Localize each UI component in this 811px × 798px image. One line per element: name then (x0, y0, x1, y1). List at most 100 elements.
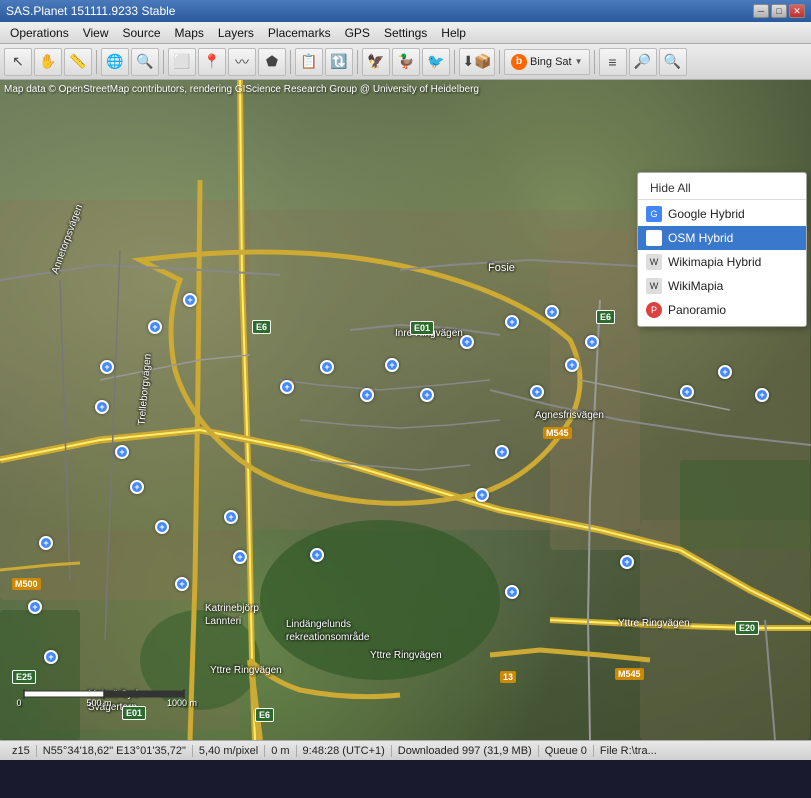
scale-bar: 0 500 m 1000 m (14, 679, 234, 712)
path-button[interactable]: 〰 (228, 48, 256, 76)
zoom-out-button[interactable]: 🔍 (659, 48, 687, 76)
menu-operations[interactable]: Operations (4, 24, 75, 42)
status-scale: 5,40 m/pixel (193, 745, 265, 757)
map-pin-10[interactable] (44, 650, 58, 664)
maximize-button[interactable]: □ (771, 4, 787, 18)
stitch-button[interactable]: 🦅 (362, 48, 390, 76)
menu-source[interactable]: Source (117, 24, 167, 42)
layer-wikimapia[interactable]: W WikiMapia (638, 274, 806, 298)
map-pin-17[interactable] (320, 360, 334, 374)
map-pin-6[interactable] (130, 480, 144, 494)
layers-panel-button[interactable]: ≡ (599, 48, 627, 76)
map-pin-7[interactable] (155, 520, 169, 534)
menu-maps[interactable]: Maps (169, 24, 210, 42)
svg-text:0: 0 (16, 698, 21, 708)
osm-hybrid-label: OSM Hybrid (668, 231, 733, 245)
window-title: SAS.Planet 151111.9233 Stable (6, 4, 175, 18)
status-distance: 0 m (265, 745, 296, 757)
cursor-tool-button[interactable]: ↖ (4, 48, 32, 76)
map-pin-2[interactable] (148, 320, 162, 334)
notes-button[interactable]: 📋 (295, 48, 323, 76)
refresh-button[interactable]: 🔃 (325, 48, 353, 76)
menu-layers[interactable]: Layers (212, 24, 260, 42)
layer-google-hybrid[interactable]: G Google Hybrid (638, 202, 806, 226)
globe-button[interactable]: 🌐 (101, 48, 129, 76)
shield-m500: M500 (12, 578, 41, 590)
bing-dropdown-arrow: ▼ (575, 57, 583, 66)
shield-e6-s: E6 (255, 708, 274, 722)
map-pin-33[interactable] (233, 550, 247, 564)
map-pin-24[interactable] (460, 335, 474, 349)
title-bar: SAS.Planet 151111.9233 Stable ─ □ ✕ (0, 0, 811, 22)
status-file: File R:\tra... (594, 745, 663, 757)
wikimapia-label: WikiMapia (668, 279, 723, 293)
map-pin-12[interactable] (475, 488, 489, 502)
map-pin-20[interactable] (565, 358, 579, 372)
map-pin-3[interactable] (100, 360, 114, 374)
bing-sat-button[interactable]: b Bing Sat ▼ (504, 49, 590, 75)
shield-13: 13 (500, 671, 516, 683)
map-pin-25[interactable] (680, 385, 694, 399)
download-button[interactable]: ⬇📦 (459, 48, 495, 76)
bird1-button[interactable]: 🦆 (392, 48, 420, 76)
map-pin-30[interactable] (505, 585, 519, 599)
map-pin-16[interactable] (360, 388, 374, 402)
map-pin-11[interactable] (310, 548, 324, 562)
zoom-magnify-button[interactable]: 🔎 (629, 48, 657, 76)
placemark-button[interactable]: 📍 (198, 48, 226, 76)
menu-bar: Operations View Source Maps Layers Place… (0, 22, 811, 44)
status-time: 9:48:28 (UTC+1) (297, 745, 392, 757)
map-pin-26[interactable] (718, 365, 732, 379)
ruler-tool-button[interactable]: 📏 (64, 48, 92, 76)
menu-view[interactable]: View (77, 24, 115, 42)
status-zoom: z15 (6, 745, 37, 757)
map-pin-13[interactable] (495, 445, 509, 459)
zoom-in-button[interactable]: 🔍 (131, 48, 159, 76)
map-pin-14[interactable] (385, 358, 399, 372)
map-pin-1[interactable] (183, 293, 197, 307)
close-button[interactable]: ✕ (789, 4, 805, 18)
map-pin-18[interactable] (280, 380, 294, 394)
pan-tool-button[interactable]: ✋ (34, 48, 62, 76)
svg-text:500 m: 500 m (86, 698, 111, 708)
map-pin-31[interactable] (175, 577, 189, 591)
layer-wikimapia-hybrid[interactable]: W Wikimapia Hybrid (638, 250, 806, 274)
wikimapia-icon: W (646, 278, 662, 294)
status-download: Downloaded 997 (31,9 MB) (392, 745, 539, 757)
google-hybrid-label: Google Hybrid (668, 207, 745, 221)
menu-help[interactable]: Help (435, 24, 472, 42)
select-rect-button[interactable]: ⬜ (168, 48, 196, 76)
map-pin-32[interactable] (224, 510, 238, 524)
dropdown-hide-all[interactable]: Hide All (638, 177, 806, 200)
map-pin-19[interactable] (530, 385, 544, 399)
menu-gps[interactable]: GPS (339, 24, 376, 42)
map-pin-5[interactable] (115, 445, 129, 459)
map-pin-22[interactable] (545, 305, 559, 319)
window-controls: ─ □ ✕ (753, 4, 805, 18)
map-pin-21[interactable] (585, 335, 599, 349)
toolbar-separator-5 (454, 50, 455, 74)
status-coords: N55°34'18,62" E13°01'35,72" (37, 745, 193, 757)
layer-panoramio[interactable]: P Panoramio (638, 298, 806, 322)
map-container[interactable]: Map data © OpenStreetMap contributors, r… (0, 80, 811, 740)
shield-e6-ne: E6 (596, 310, 615, 324)
minimize-button[interactable]: ─ (753, 4, 769, 18)
map-pin-27[interactable] (755, 388, 769, 402)
shield-m545-s: M545 (615, 668, 644, 680)
map-pin-8[interactable] (39, 536, 53, 550)
layer-osm-hybrid[interactable]: O OSM Hybrid (638, 226, 806, 250)
shield-m545-n: M545 (543, 427, 572, 439)
map-pin-15[interactable] (420, 388, 434, 402)
map-pin-9[interactable] (28, 600, 42, 614)
bird2-button[interactable]: 🐦 (422, 48, 450, 76)
map-pin-29[interactable] (620, 555, 634, 569)
toolbar-separator-6 (499, 50, 500, 74)
shield-e01-n: E01 (410, 321, 434, 335)
map-pin-4[interactable] (95, 400, 109, 414)
svg-text:1000 m: 1000 m (167, 698, 197, 708)
menu-settings[interactable]: Settings (378, 24, 433, 42)
polygon-button[interactable]: ⬟ (258, 48, 286, 76)
map-pin-23[interactable] (505, 315, 519, 329)
menu-placemarks[interactable]: Placemarks (262, 24, 337, 42)
toolbar-separator-1 (96, 50, 97, 74)
